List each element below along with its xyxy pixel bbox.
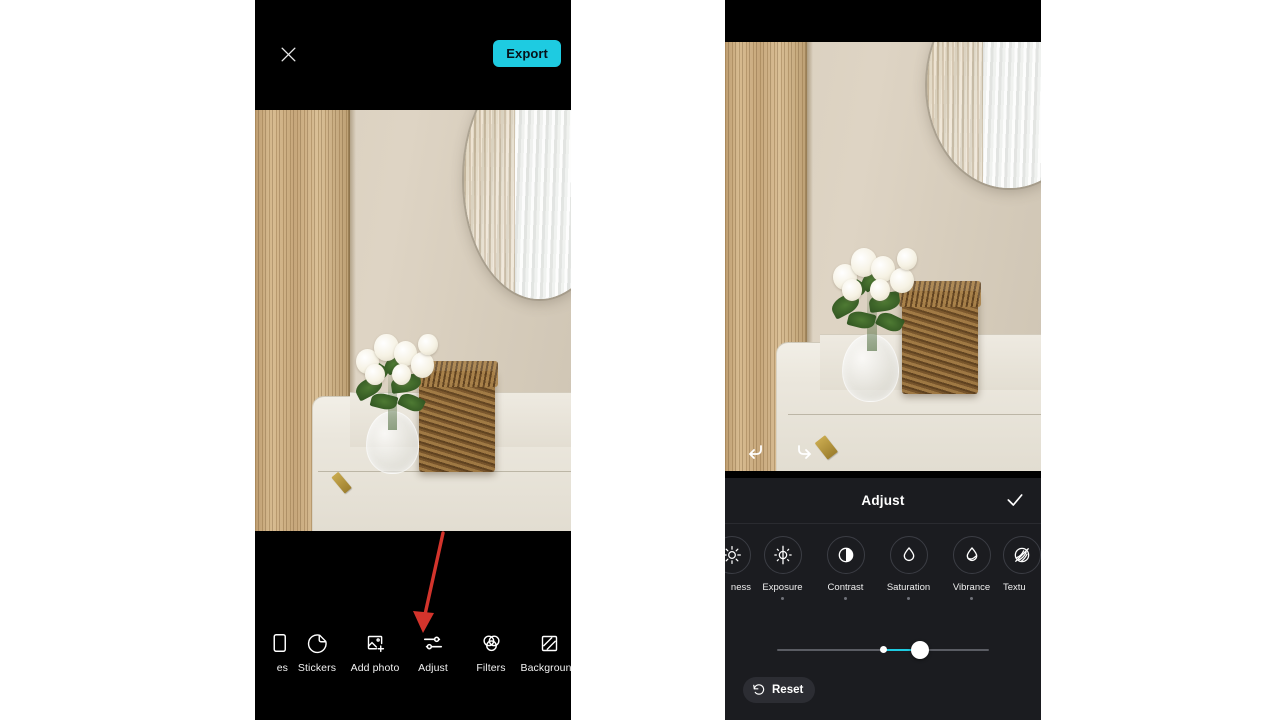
adjust-panel-header: Adjust <box>725 478 1041 524</box>
tool-label-adjust: Adjust <box>418 662 448 674</box>
adjust-label-saturation: Saturation <box>886 582 931 593</box>
tool-item-templates[interactable]: es <box>255 631 288 674</box>
redo-icon[interactable] <box>793 439 817 463</box>
tool-label-templates: es <box>276 662 288 674</box>
photo-scene-right <box>725 42 1041 471</box>
history-controls <box>743 439 817 463</box>
tool-item-adjust[interactable]: Adjust <box>404 631 462 674</box>
filters-circles-icon <box>481 631 502 655</box>
adjust-label-brightness: ness <box>730 582 751 593</box>
export-button[interactable]: Export <box>493 40 561 67</box>
adjust-slider[interactable] <box>725 638 1041 664</box>
tool-label-background: Background <box>520 662 571 674</box>
adjust-dot-contrast <box>844 597 847 600</box>
adjust-panel-title: Adjust <box>861 493 905 508</box>
round-mirror <box>463 110 571 300</box>
background-icon <box>539 631 560 655</box>
brightness-icon <box>725 536 751 574</box>
tool-item-filters[interactable]: Filters <box>462 631 520 674</box>
adjust-label-texture: Textu <box>1003 582 1026 593</box>
templates-icon <box>266 631 288 655</box>
left-phone-screen: Export es Stickers Add photo Adjust Filt… <box>255 0 571 720</box>
reset-button[interactable]: Reset <box>743 677 816 703</box>
editor-toolbar: es Stickers Add photo Adjust Filters Bac… <box>255 631 571 693</box>
adjust-label-contrast: Contrast <box>827 582 864 593</box>
slider-thumb[interactable] <box>911 641 929 659</box>
photo-scene-left <box>255 110 571 531</box>
left-bottom-bar: es Stickers Add photo Adjust Filters Bac… <box>255 531 571 720</box>
vibrance-drop-icon <box>952 536 991 574</box>
right-photo-canvas[interactable] <box>725 42 1041 471</box>
adjust-tool-exposure[interactable]: Exposure <box>751 536 814 600</box>
right-phone-screen: Adjust ness Exposure Contrast Saturation… <box>725 0 1041 720</box>
adjust-label-exposure: Exposure <box>762 582 803 593</box>
adjust-tool-vibrance[interactable]: Vibrance <box>940 536 1003 600</box>
left-photo-canvas[interactable] <box>255 110 571 531</box>
adjust-tools-strip[interactable]: ness Exposure Contrast Saturation Vibran… <box>725 536 1041 604</box>
adjust-label-vibrance: Vibrance <box>952 582 991 593</box>
tool-label-stickers: Stickers <box>297 662 337 674</box>
exposure-icon <box>763 536 802 574</box>
tool-item-add-photo[interactable]: Add photo <box>346 631 404 674</box>
slider-center-marker <box>879 646 887 653</box>
adjust-panel: Adjust ness Exposure Contrast Saturation… <box>725 478 1041 720</box>
mirror-warm-reflection <box>463 110 516 300</box>
rose-blooms <box>829 239 921 303</box>
screenshot-root: Export es Stickers Add photo Adjust Filt… <box>0 0 1280 720</box>
dresser-drawer-line <box>788 414 1041 416</box>
add-photo-icon <box>365 631 386 655</box>
texture-icon <box>1003 536 1041 574</box>
tool-item-stickers[interactable]: Stickers <box>288 631 346 674</box>
contrast-icon <box>826 536 865 574</box>
tool-item-background[interactable]: Background <box>520 631 571 674</box>
adjust-dot-exposure <box>781 597 784 600</box>
adjust-tool-brightness[interactable]: ness <box>725 536 751 600</box>
close-icon[interactable] <box>275 41 301 67</box>
adjust-sliders-icon <box>422 631 444 655</box>
undo-icon[interactable] <box>743 439 767 463</box>
adjust-dot-saturation <box>907 597 910 600</box>
adjust-tool-contrast[interactable]: Contrast <box>814 536 877 600</box>
round-mirror <box>927 42 1041 188</box>
reset-label: Reset <box>772 684 804 696</box>
tool-label-add-photo: Add photo <box>350 662 400 674</box>
checkmark-icon[interactable] <box>1005 490 1027 512</box>
tool-label-filters: Filters <box>476 662 506 674</box>
rotate-ccw-icon <box>752 683 766 697</box>
rose-blooms <box>353 325 441 388</box>
sticker-icon <box>307 631 328 655</box>
adjust-dot-vibrance <box>970 597 973 600</box>
mirror-warm-reflection <box>927 42 984 188</box>
adjust-tool-saturation[interactable]: Saturation <box>877 536 940 600</box>
saturation-drop-icon <box>889 536 928 574</box>
left-top-bar: Export <box>255 0 571 110</box>
adjust-tool-texture[interactable]: Textu <box>1003 536 1041 600</box>
